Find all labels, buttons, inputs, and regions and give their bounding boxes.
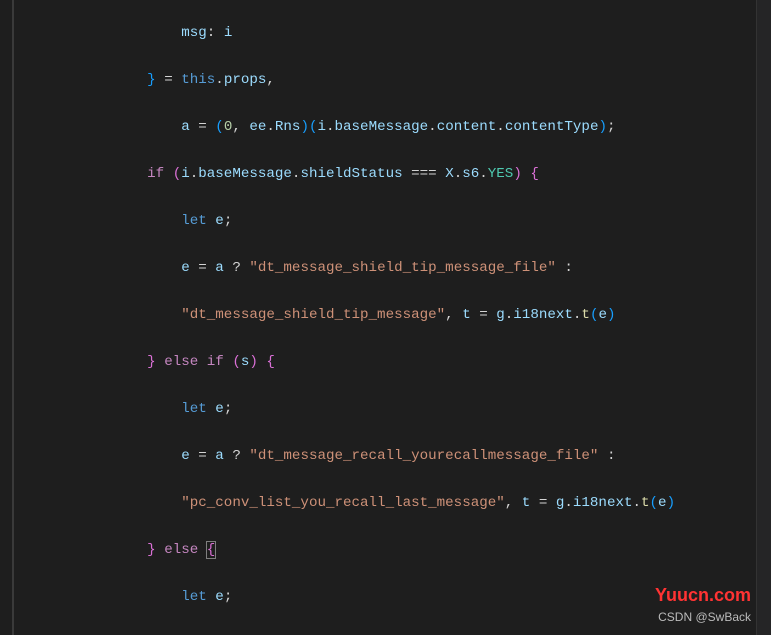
code-line[interactable]: "dt_message_shield_tip_message", t = g.i… [45,304,675,328]
code-line[interactable]: e = a ? "dt_message_shield_tip_message_f… [45,257,675,281]
code-line[interactable]: let e; [45,398,675,422]
code-line[interactable]: if (i.baseMessage.shieldStatus === X.s6.… [45,163,675,187]
code-line[interactable]: e = a ? "dt_message_recall_yourecallmess… [45,445,675,469]
code-line[interactable]: "pc_conv_list_you_recall_last_message", … [45,492,675,516]
code-line[interactable]: } else { [45,539,675,563]
line-gutter [0,0,42,635]
variable: i [224,25,233,41]
bracket-match: { [207,542,216,558]
watermark-site: Yuucn.com [655,584,751,608]
code-line[interactable]: let e; [45,210,675,234]
keyword-this: this [181,72,215,88]
gutter-marker [12,0,14,635]
watermark-credit: CSDN @SwBack [658,606,751,630]
code-editor-content[interactable]: msg: i } = this.props, a = (0, ee.Rns)(i… [45,0,675,635]
code-line[interactable]: } else if (s) { [45,351,675,375]
vertical-scrollbar[interactable] [757,0,771,635]
code-line[interactable]: let e; [45,586,675,610]
code-line[interactable]: msg: i [45,22,675,46]
code-line[interactable]: } = this.props, [45,69,675,93]
code-line[interactable]: a = (0, ee.Rns)(i.baseMessage.content.co… [45,116,675,140]
property: msg [181,25,207,41]
